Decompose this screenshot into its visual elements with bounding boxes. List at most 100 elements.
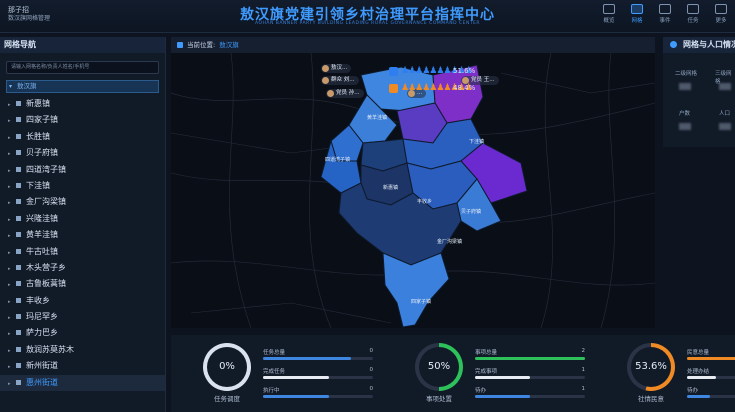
progress-bar <box>263 376 373 379</box>
tree-item-label: 新州街道 <box>26 361 58 371</box>
event-icon <box>659 4 671 14</box>
node-icon <box>16 264 21 270</box>
chevron-right-icon[interactable]: ▸ <box>8 146 16 162</box>
gender-legend: ♟♟♟♟♟♟♟♟♟♟ 51.6% ♟♟♟♟♟♟♟♟♟♟ 48.4% <box>389 66 475 100</box>
tree-item[interactable]: ▸ 四道湾子镇 <box>0 162 165 178</box>
node-icon <box>16 117 21 123</box>
stat-key: 民意总量 <box>687 350 710 356</box>
alert-chip[interactable]: 党员 孙... <box>326 89 364 98</box>
tree-item[interactable]: ▸ 古鲁板蒿镇 <box>0 276 165 292</box>
chevron-right-icon[interactable]: ▸ <box>8 163 16 179</box>
tree-item-label: 金厂沟梁镇 <box>26 197 66 207</box>
tree: ▸ 新惠镇 ▸ 四家子镇 ▸ 长胜镇 ▸ 贝子府镇 ▸ 四道湾子镇 ▸ 下洼镇 ▸ 金厂沟梁镇 ▸ 兴隆洼镇 ▸… <box>0 96 165 392</box>
stat-rows: 任务总量 0 完成任务 0 执行中 0 <box>263 347 373 404</box>
top-nav: 概览 网格 事件 任务 更多 <box>595 4 735 24</box>
tree-item[interactable]: ▸ 萨力巴乡 <box>0 325 165 341</box>
chevron-right-icon[interactable]: ▸ <box>8 228 16 244</box>
alert-chip[interactable]: 群众 刘... <box>321 76 359 85</box>
ring-label: 社情民意 <box>638 395 664 403</box>
task-icon <box>687 4 699 14</box>
nav-event[interactable]: 事件 <box>651 4 679 24</box>
tree-item-label: 惠州街道 <box>26 377 58 387</box>
tree-item[interactable]: ▸ 下洼镇 <box>0 178 165 194</box>
tree-item[interactable]: ▸ 贝子府镇 <box>0 145 165 161</box>
chevron-right-icon[interactable]: ▸ <box>8 261 16 277</box>
nav-label: 事件 <box>659 18 671 24</box>
stat-key: 事项总量 <box>475 350 498 356</box>
stat-row: 民意总量 <box>687 347 735 366</box>
search-input[interactable]: 请输入网格名称/负责人姓名/手机号 <box>6 61 159 74</box>
tree-item[interactable]: ▸ 金厂沟梁镇 <box>0 194 165 210</box>
second-grid-label: 二级网格 <box>675 71 698 77</box>
stat-value: 2 <box>581 348 586 354</box>
chevron-right-icon[interactable]: ▸ <box>8 343 16 359</box>
nav-grid[interactable]: 网格 <box>623 4 651 24</box>
nav-overview[interactable]: 概览 <box>595 4 623 24</box>
progress-bar <box>263 357 373 360</box>
progress-fill <box>687 357 735 360</box>
tree-item[interactable]: ▸ 兴隆洼镇 <box>0 211 165 227</box>
alert-chip[interactable]: 敖汉... <box>321 64 352 73</box>
progress-bar <box>263 395 373 398</box>
tree-item[interactable]: ▸ 敖润苏莫苏木 <box>0 342 165 358</box>
tree-item[interactable]: ▸ 四家子镇 <box>0 112 165 128</box>
chevron-right-icon[interactable]: ▸ <box>8 277 16 293</box>
chevron-right-icon[interactable]: ▸ <box>8 294 16 310</box>
ring-label: 任务调度 <box>214 395 240 403</box>
stat-rows: 民意总量 处理办结 待办 <box>687 347 735 404</box>
progress-fill <box>263 357 351 360</box>
tree-item-label: 牛古吐镇 <box>26 246 58 256</box>
progress-fill <box>475 395 530 398</box>
chevron-right-icon[interactable]: ▸ <box>8 310 16 326</box>
node-icon <box>16 133 21 139</box>
location-value[interactable]: 敖汉旗 <box>219 41 239 49</box>
tree-root[interactable]: 敖汉旗 <box>6 80 159 93</box>
tree-item[interactable]: ▸ 丰收乡 <box>0 293 165 309</box>
stat-rows: 事项总量 2 完成事项 1 待办 1 <box>475 347 585 404</box>
chevron-right-icon[interactable]: ▸ <box>8 245 16 261</box>
progress-fill <box>475 376 530 379</box>
tree-item[interactable]: ▸ 木头营子乡 <box>0 260 165 276</box>
tree-item-label: 四家子镇 <box>26 115 58 125</box>
tree-item[interactable]: ▸ 新惠镇 <box>0 96 165 112</box>
chevron-right-icon[interactable]: ▸ <box>8 113 16 129</box>
chevron-right-icon[interactable]: ▸ <box>8 212 16 228</box>
chevron-right-icon[interactable]: ▸ <box>8 376 16 392</box>
sidebar-title: 网格导航 <box>0 37 165 53</box>
tree-item-label: 丰收乡 <box>26 295 50 305</box>
tree-item-label: 新惠镇 <box>26 99 50 108</box>
chevron-right-icon[interactable]: ▸ <box>8 326 16 342</box>
tree-item[interactable]: ▸ 惠州街道 <box>0 374 165 392</box>
chevron-right-icon[interactable]: ▸ <box>8 195 16 211</box>
chevron-right-icon[interactable]: ▸ <box>8 359 16 375</box>
tree-item[interactable]: ▸ 黄羊洼镇 <box>0 227 165 243</box>
progress-bar <box>475 376 585 379</box>
progress-fill <box>687 376 716 379</box>
sidebar: 网格导航 请输入网格名称/负责人姓名/手机号 敖汉旗 ▸ 新惠镇 ▸ 四家子镇 ▸ 长胜镇… <box>0 37 166 412</box>
progress-bar <box>687 376 735 379</box>
progress-bar <box>475 395 585 398</box>
tree-item[interactable]: ▸ 牛古吐镇 <box>0 244 165 260</box>
map-label: 贝子府镇 <box>461 208 481 215</box>
stat-row: 完成事项 1 <box>475 366 585 385</box>
chevron-right-icon[interactable]: ▸ <box>8 130 16 146</box>
tree-item-label: 古鲁板蒿镇 <box>26 279 66 289</box>
stat-row: 任务总量 0 <box>263 347 373 366</box>
chevron-right-icon[interactable]: ▸ <box>8 97 16 113</box>
nav-label: 网格 <box>631 18 643 24</box>
tree-item[interactable]: ▸ 长胜镇 <box>0 129 165 145</box>
stat-key: 待办 <box>475 388 487 394</box>
node-icon <box>16 215 21 221</box>
map-label: 丰收乡 <box>417 198 432 205</box>
grid-population-panel: 网格与人口情况 二级网格 三级网格 户数 人口 <box>663 37 735 147</box>
chevron-right-icon[interactable]: ▸ <box>8 179 16 195</box>
tree-item-label: 下洼镇 <box>26 180 50 190</box>
node-icon <box>16 150 21 156</box>
region-sijiazi[interactable] <box>382 252 450 328</box>
nav-more[interactable]: 更多 <box>707 4 735 24</box>
tree-item-label: 萨力巴乡 <box>26 328 58 338</box>
tree-item[interactable]: ▸ 玛尼罕乡 <box>0 309 165 325</box>
nav-task[interactable]: 任务 <box>679 4 707 24</box>
tree-item[interactable]: ▸ 新州街道 <box>0 358 165 374</box>
overview-icon <box>603 4 615 14</box>
